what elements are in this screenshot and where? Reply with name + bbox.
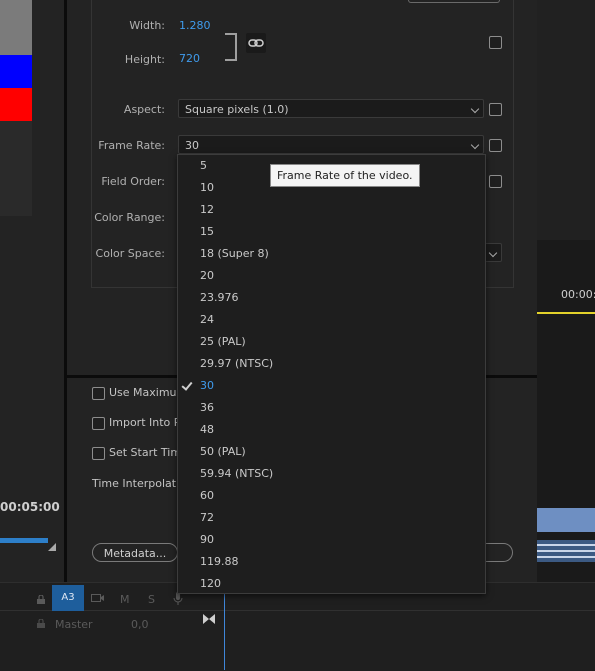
bowtie-icon[interactable] xyxy=(203,614,215,627)
clip-stripe xyxy=(537,544,595,546)
aspect-checkbox[interactable] xyxy=(489,103,502,116)
frame-rate-option-label: 25 (PAL) xyxy=(200,335,246,348)
color-bars-preview xyxy=(0,0,32,216)
frame-rate-option[interactable]: 119.88 xyxy=(178,551,485,573)
checkmark-icon xyxy=(181,379,193,391)
frame-rate-option-label: 60 xyxy=(200,489,214,502)
frame-rate-option-label: 119.88 xyxy=(200,555,239,568)
playhead[interactable] xyxy=(224,582,225,670)
aspect-select[interactable]: Square pixels (1.0) xyxy=(178,99,484,118)
frame-rate-select[interactable]: 30 xyxy=(178,135,484,154)
frame-rate-option[interactable]: 12 xyxy=(178,199,485,221)
frame-rate-option[interactable]: 24 xyxy=(178,309,485,331)
import-into-checkbox[interactable] xyxy=(92,417,105,430)
frame-rate-option-label: 72 xyxy=(200,511,214,524)
color-range-label: Color Range: xyxy=(94,211,165,224)
link-icon[interactable] xyxy=(246,33,266,53)
chevron-down-icon xyxy=(470,104,480,114)
track-a3-button[interactable]: A3 xyxy=(52,585,84,611)
mute-button[interactable]: M xyxy=(120,593,130,606)
track-divider xyxy=(0,610,595,611)
frame-rate-option[interactable]: 30 xyxy=(178,375,485,397)
source-panel-right xyxy=(537,0,595,240)
time-interpolation-label: Time Interpolatio xyxy=(92,477,186,490)
frame-rate-option[interactable]: 60 xyxy=(178,485,485,507)
aspect-select-value: Square pixels (1.0) xyxy=(185,103,289,116)
width-label: Width: xyxy=(129,19,165,32)
frame-rate-option-label: 12 xyxy=(200,203,214,216)
set-start-time-checkbox[interactable] xyxy=(92,447,105,460)
frame-rate-option-label: 5 xyxy=(200,159,207,172)
clip-stripe xyxy=(537,556,595,558)
metadata-button[interactable]: Metadata... xyxy=(92,543,178,562)
frame-rate-option[interactable]: 59.94 (NTSC) xyxy=(178,463,485,485)
frame-rate-tooltip: Frame Rate of the video. xyxy=(270,164,420,187)
use-maximum-checkbox[interactable] xyxy=(92,387,105,400)
program-timecode: 00:05:00 xyxy=(0,500,60,514)
frame-rate-option-label: 90 xyxy=(200,533,214,546)
frame-rate-label: Frame Rate: xyxy=(98,139,165,152)
work-area-bar[interactable] xyxy=(537,312,595,314)
master-volume-value[interactable]: 0,0 xyxy=(131,618,149,631)
frame-rate-option[interactable]: 36 xyxy=(178,397,485,419)
frame-rate-option-label: 15 xyxy=(200,225,214,238)
frame-rate-option-label: 59.94 (NTSC) xyxy=(200,467,274,480)
frame-rate-option[interactable]: 15 xyxy=(178,221,485,243)
timeline-timecode: 00:00:0 xyxy=(561,288,595,301)
frame-rate-option[interactable]: 20 xyxy=(178,265,485,287)
chevron-down-icon xyxy=(488,248,498,258)
use-maximum-label: Use Maximum xyxy=(109,386,188,399)
frame-rate-option[interactable]: 120 xyxy=(178,573,485,595)
chevron-down-icon xyxy=(470,140,480,150)
frame-rate-option-label: 23.976 xyxy=(200,291,239,304)
frame-rate-option-label: 48 xyxy=(200,423,214,436)
color-space-label: Color Space: xyxy=(95,247,165,260)
frame-rate-option[interactable]: 50 (PAL) xyxy=(178,441,485,463)
lock-icon[interactable] xyxy=(37,618,45,631)
video-clip[interactable] xyxy=(537,508,595,532)
frame-rate-select-value: 30 xyxy=(185,139,199,152)
field-order-label: Field Order: xyxy=(101,175,165,188)
frame-rate-option-label: 30 xyxy=(200,379,214,392)
field-order-checkbox[interactable] xyxy=(489,175,502,188)
link-bracket xyxy=(225,33,237,61)
frame-rate-option-label: 29.97 (NTSC) xyxy=(200,357,274,370)
frame-rate-option-label: 120 xyxy=(200,577,221,590)
width-height-checkbox[interactable] xyxy=(489,36,502,49)
width-value[interactable]: 1.280 xyxy=(179,19,211,32)
master-track-label: Master xyxy=(55,618,93,631)
clip-stripe xyxy=(537,550,595,552)
camera-icon[interactable] xyxy=(91,593,105,606)
frame-rate-dropdown: 5 10 12 15 18 (Super 8) 20 23.976 24 25 (PAL) 29.… xyxy=(177,154,486,594)
ok-button[interactable] xyxy=(486,543,513,562)
frame-rate-option[interactable]: 48 xyxy=(178,419,485,441)
frame-rate-option[interactable]: 29.97 (NTSC) xyxy=(178,353,485,375)
playback-progress-bar xyxy=(0,538,48,543)
frame-rate-option[interactable]: 90 xyxy=(178,529,485,551)
frame-rate-option-label: 10 xyxy=(200,181,214,194)
frame-rate-option[interactable]: 25 (PAL) xyxy=(178,331,485,353)
lock-icon[interactable] xyxy=(37,594,45,607)
frame-rate-option-label: 20 xyxy=(200,269,214,282)
frame-rate-checkbox[interactable] xyxy=(489,139,502,152)
frame-rate-option-label: 50 (PAL) xyxy=(200,445,246,458)
aspect-label: Aspect: xyxy=(123,103,165,116)
frame-rate-option-label: 18 (Super 8) xyxy=(200,247,269,260)
resize-corner-icon[interactable] xyxy=(48,543,56,551)
frame-rate-option-label: 24 xyxy=(200,313,214,326)
frame-rate-option[interactable]: 23.976 xyxy=(178,287,485,309)
height-value[interactable]: 720 xyxy=(179,52,200,65)
frame-rate-option-label: 36 xyxy=(200,401,214,414)
import-into-label: Import Into Pr xyxy=(109,416,185,429)
height-label: Height: xyxy=(124,53,165,66)
frame-rate-option[interactable]: 72 xyxy=(178,507,485,529)
frame-rate-option[interactable]: 18 (Super 8) xyxy=(178,243,485,265)
solo-button[interactable]: S xyxy=(148,593,155,606)
